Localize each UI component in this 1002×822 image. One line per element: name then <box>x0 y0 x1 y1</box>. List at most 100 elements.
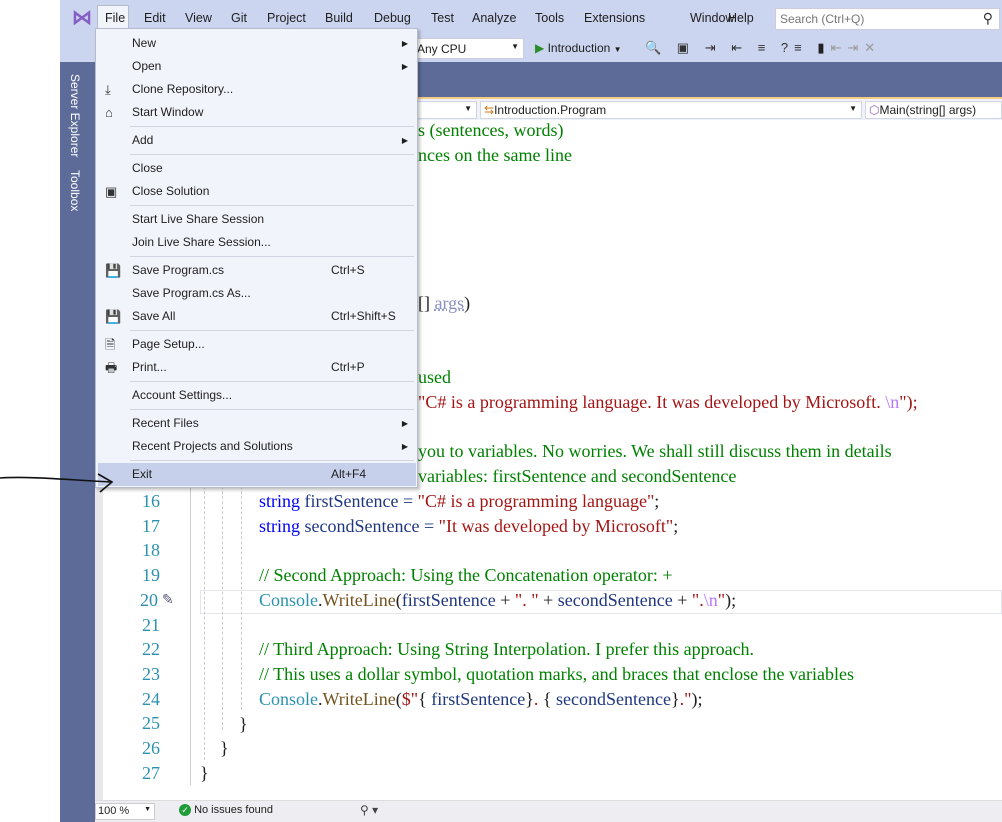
code-line-25: } <box>239 714 248 734</box>
code-token: secondSentence <box>557 590 673 610</box>
code-token: "); <box>899 392 918 412</box>
menu-test[interactable]: Test <box>431 11 454 25</box>
menu-item-exit[interactable]: Exit Alt+F4 <box>98 463 416 486</box>
menu-item-save-all[interactable]: 💾 Save All Ctrl+Shift+S <box>98 305 416 328</box>
line-number: 27 <box>142 762 160 783</box>
menu-item-recent-files[interactable]: Recent Files ▶ <box>98 412 416 435</box>
menu-view[interactable]: View <box>185 11 212 25</box>
issues-text: No issues found <box>194 804 273 816</box>
menu-item-print[interactable]: 🖶 Print... Ctrl+P <box>98 356 416 379</box>
code-token: " <box>717 590 726 610</box>
code-token: { <box>418 689 432 709</box>
code-fragment: used <box>418 367 451 387</box>
code-token: "C# is a programming language" <box>417 491 655 511</box>
menu-item-save-program-cs-as[interactable]: Save Program.cs As... <box>98 282 416 305</box>
code-token: \n <box>885 392 900 412</box>
line-number: 20 <box>140 589 158 610</box>
menu-item-new[interactable]: New ▶ <box>98 32 416 55</box>
menu-separator <box>130 409 414 410</box>
code-line-27: } <box>200 763 209 783</box>
menu-item-save-program-cs[interactable]: 💾 Save Program.cs Ctrl+S <box>98 259 416 282</box>
menu-item-close-solution[interactable]: ▣ Close Solution <box>98 180 416 203</box>
member-dropdown[interactable]: ⬡Main(string[] args) <box>865 101 1002 119</box>
class-dropdown[interactable]: ⇆Introduction.Program ▼ <box>480 101 862 119</box>
start-button[interactable]: ▶ Introduction ▼ <box>535 41 622 55</box>
menu-item-label: Recent Files <box>132 416 199 430</box>
visual-studio-logo[interactable]: ⋈ <box>72 8 92 28</box>
code-token: ); <box>725 590 737 610</box>
code-fragment: variables: firstSentence and secondSente… <box>418 466 737 486</box>
code-token: ; <box>654 491 660 511</box>
menu-item-open[interactable]: Open ▶ <box>98 55 416 78</box>
menu-item-shortcut: Ctrl+Shift+S <box>331 309 396 323</box>
status-bar: 100 % ▼ ✓ No issues found ⚲ ▾ <box>95 800 1002 822</box>
platform-dropdown[interactable]: Any CPU ▼ <box>414 38 524 59</box>
code-line-16: string firstSentence = "C# is a programm… <box>259 491 659 512</box>
code-token: + <box>672 590 692 610</box>
submenu-arrow-icon: ▶ <box>401 442 408 451</box>
menu-help[interactable]: Help <box>728 11 754 25</box>
menu-item-shortcut: Ctrl+S <box>331 263 365 277</box>
menu-separator <box>130 381 414 382</box>
chevron-down-icon: ▼ <box>511 42 519 51</box>
menu-project[interactable]: Project <box>267 11 306 25</box>
menu-git[interactable]: Git <box>231 11 247 25</box>
code-token: WriteLine <box>322 590 396 610</box>
line-number: 17 <box>142 515 160 536</box>
code-token: } <box>670 689 680 709</box>
server-explorer-tab[interactable]: Server Explorer <box>68 74 82 157</box>
code-fragment: you to variables. No worries. We shall s… <box>418 441 892 461</box>
toolbox-tab[interactable]: Toolbox <box>68 170 82 211</box>
issues-indicator[interactable]: ✓ No issues found <box>179 804 273 816</box>
method-icon: ⬡ <box>869 103 880 117</box>
code-token: WriteLine <box>322 689 396 709</box>
menu-item-start-live-share-session[interactable]: Start Live Share Session <box>98 208 416 231</box>
menu-separator <box>130 460 414 461</box>
menu-build[interactable]: Build <box>325 11 353 25</box>
chevron-down-icon: ▼ <box>464 104 472 113</box>
page-setup-icon: 🗎 <box>105 337 116 352</box>
menu-extensions[interactable]: Extensions <box>584 11 645 25</box>
quick-action-brush-icon[interactable]: ✎ <box>162 591 174 608</box>
menu-debug[interactable]: Debug <box>374 11 411 25</box>
menu-tools[interactable]: Tools <box>535 11 564 25</box>
code-token: Console <box>259 689 319 709</box>
code-token: firstSentence = <box>300 491 418 511</box>
menu-file[interactable]: File <box>105 11 125 25</box>
menu-edit[interactable]: Edit <box>144 11 166 25</box>
menu-item-page-setup[interactable]: 🗎 Page Setup... <box>98 333 416 356</box>
menu-item-account-settings[interactable]: Account Settings... <box>98 384 416 407</box>
code-line-24: Console.WriteLine($"{ firstSentence}. { … <box>259 689 702 710</box>
menu-item-recent-projects-and-solutions[interactable]: Recent Projects and Solutions ▶ <box>98 435 416 458</box>
line-number: 25 <box>142 713 160 734</box>
search-input[interactable]: Search (Ctrl+Q) ⚲ <box>775 8 1000 30</box>
zoom-dropdown[interactable]: 100 % ▼ <box>95 803 155 820</box>
code-token: args <box>434 293 465 313</box>
menu-item-label: Print... <box>132 360 167 374</box>
menu-analyze[interactable]: Analyze <box>472 11 516 25</box>
line-number: 18 <box>142 540 160 561</box>
code-token: ; <box>673 516 679 536</box>
menu-item-label: Close <box>132 161 163 175</box>
menu-item-start-window[interactable]: ⌂ Start Window <box>98 101 416 124</box>
code-token: [] <box>418 293 435 313</box>
menu-item-label: Save All <box>132 309 176 323</box>
toolbar-icons[interactable]: 🔍 ▣ ⇥ ⇤ ≡ ?≡ ▮⇤⇥✕ <box>645 40 881 56</box>
code-fragment: [] args) <box>418 293 470 314</box>
menu-item-clone-repository[interactable]: ⤓ Clone Repository... <box>98 78 416 101</box>
code-cleanup-icon[interactable]: ⚲ ▾ <box>360 803 378 817</box>
menu-item-shortcut: Ctrl+P <box>331 360 365 374</box>
line-number: 22 <box>142 639 160 660</box>
play-icon: ▶ <box>535 41 545 55</box>
menu-item-close[interactable]: Close <box>98 157 416 180</box>
menu-item-label: Open <box>132 59 162 73</box>
member-value: Main(string[] args) <box>879 103 977 117</box>
menu-item-label: Close Solution <box>132 184 210 198</box>
code-line-20: Console.WriteLine(firstSentence + ". " +… <box>259 590 736 611</box>
code-token: ." <box>679 689 692 709</box>
menu-item-add[interactable]: Add ▶ <box>98 129 416 152</box>
code-token: ". " <box>514 590 539 610</box>
menu-item-label: Save Program.cs As... <box>132 286 251 300</box>
menu-item-join-live-share-session[interactable]: Join Live Share Session... <box>98 231 416 254</box>
code-line-26: } <box>220 738 229 758</box>
